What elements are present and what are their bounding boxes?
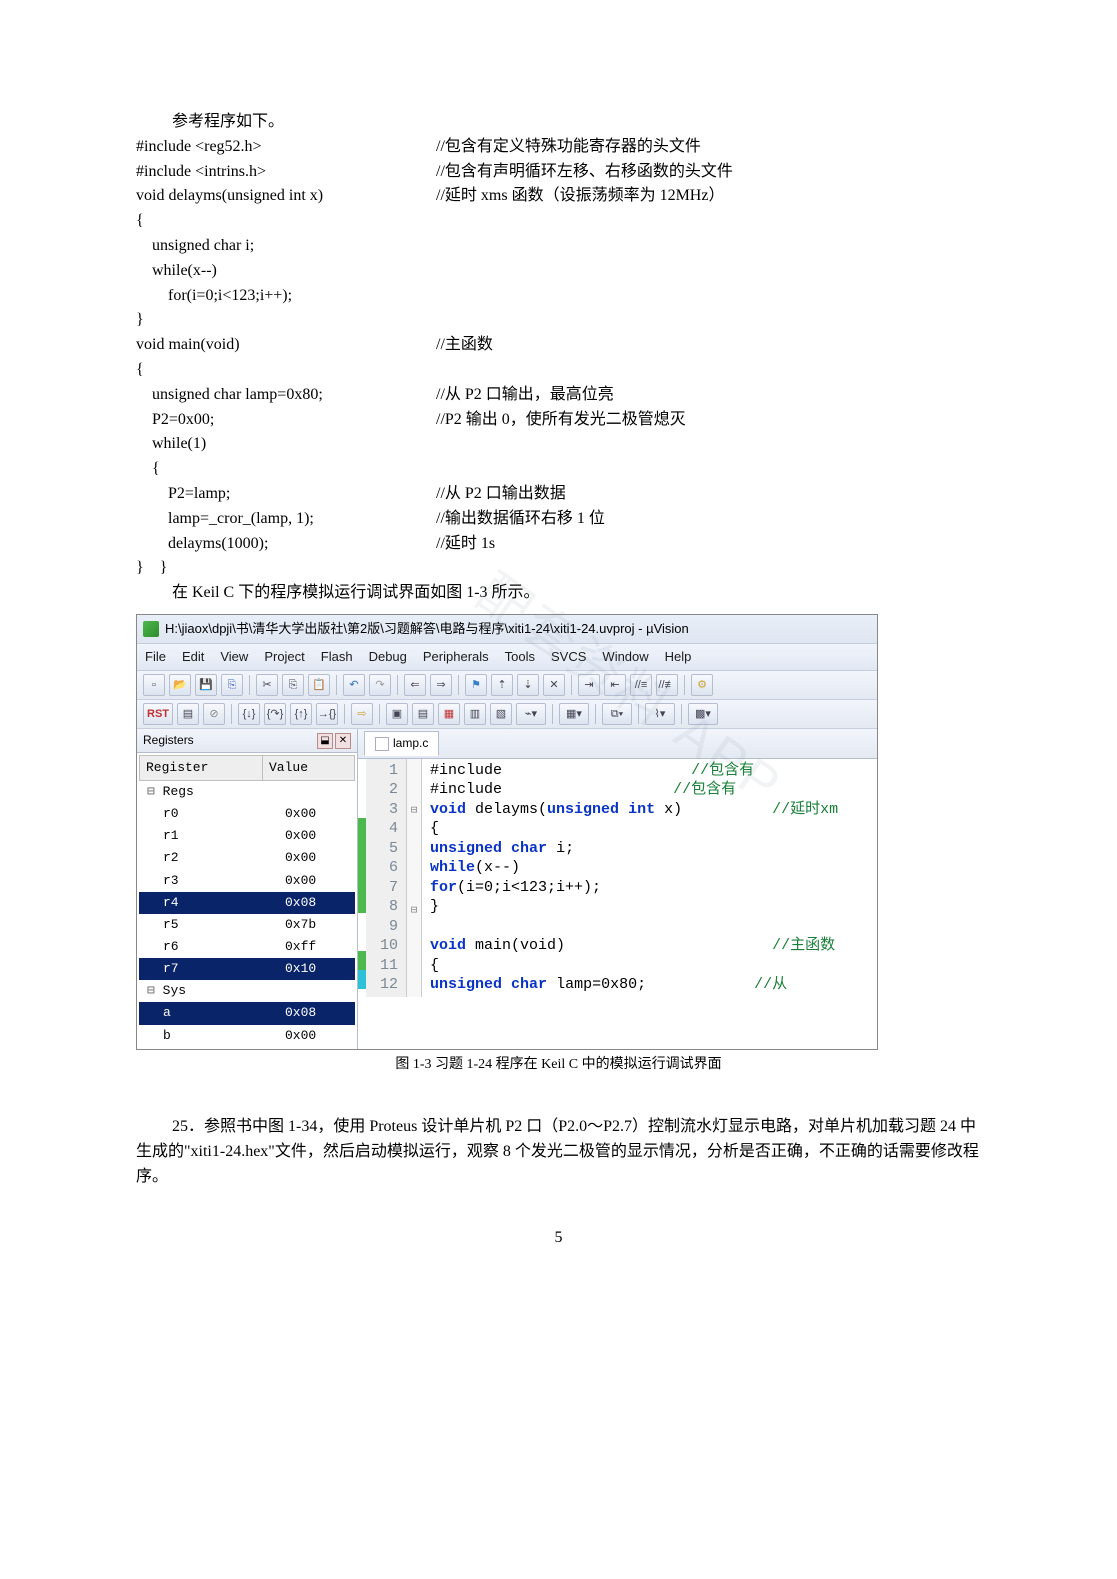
line-gutter: 123456789101112: [366, 759, 407, 997]
app-icon: [143, 621, 159, 637]
step-out-icon[interactable]: {↑}: [290, 703, 312, 725]
window-3-icon[interactable]: ▦: [438, 703, 460, 725]
registers-table: Register Value Regsr00x00r10x00r20x00r30…: [137, 753, 357, 1049]
file-tab[interactable]: lamp.c: [364, 731, 439, 756]
window-titlebar: H:\jiaox\dpji\书\清华大学出版社\第2版\习题解答\电路与程序\x…: [137, 615, 877, 644]
menu-help[interactable]: Help: [665, 649, 692, 664]
step-into-icon[interactable]: {↓}: [238, 703, 260, 725]
close-icon[interactable]: ✕: [335, 733, 351, 749]
file-tab-label: lamp.c: [393, 734, 428, 753]
nav-fwd-icon[interactable]: ⇒: [430, 674, 452, 696]
window-5-icon[interactable]: ▧: [490, 703, 512, 725]
window-title: H:\jiaox\dpji\书\清华大学出版社\第2版\习题解答\电路与程序\x…: [165, 619, 689, 639]
serial-icon[interactable]: ⧉▾: [602, 703, 632, 725]
copy-icon[interactable]: ⎘: [282, 674, 304, 696]
after-text: 在 Keil C 下的程序模拟运行调试界面如图 1-3 所示。: [136, 581, 981, 606]
indent-icon[interactable]: ⇥: [578, 674, 600, 696]
source-code-block: #include <reg52.h>//包含有定义特殊功能寄存器的头文件#inc…: [136, 135, 981, 557]
comment-icon[interactable]: //≡: [630, 674, 652, 696]
window-2-icon[interactable]: ▤: [412, 703, 434, 725]
bookmark-prev-icon[interactable]: ⇡: [491, 674, 513, 696]
run-icon[interactable]: ▤: [177, 703, 199, 725]
registers-panel: Registers ⬓ ✕ Register Value Regsr00x00r…: [137, 729, 358, 1048]
question-25: 25．参照书中图 1-34，使用 Proteus 设计单片机 P2 口（P2.0…: [136, 1115, 981, 1189]
toolbar-2: RST ▤ ⊘ {↓} {↷} {↑} →{} ⇨ ▣ ▤ ▦ ▥ ▧ ⌁▾ ▦…: [137, 700, 877, 729]
window-4-icon[interactable]: ▥: [464, 703, 486, 725]
memory-icon[interactable]: ▦▾: [559, 703, 589, 725]
show-next-icon[interactable]: ⇨: [351, 703, 373, 725]
keil-screenshot: H:\jiaox\dpji\书\清华大学出版社\第2版\习题解答\电路与程序\x…: [136, 614, 878, 1050]
stop-icon[interactable]: ⊘: [203, 703, 225, 725]
page-number: 5: [136, 1226, 981, 1251]
code-lines: #include //包含有#include //包含有void delayms…: [422, 759, 877, 997]
toolbox-icon[interactable]: ▩▾: [688, 703, 718, 725]
menu-file[interactable]: File: [145, 649, 166, 664]
intro-text: 参考程序如下。: [136, 110, 981, 135]
c-file-icon: [375, 737, 389, 751]
menu-flash[interactable]: Flash: [321, 649, 353, 664]
trace-icon[interactable]: ⌇▾: [645, 703, 675, 725]
outdent-icon[interactable]: ⇤: [604, 674, 626, 696]
pin-icon[interactable]: ⬓: [317, 733, 333, 749]
menu-project[interactable]: Project: [264, 649, 304, 664]
undo-icon[interactable]: ↶: [343, 674, 365, 696]
window-1-icon[interactable]: ▣: [386, 703, 408, 725]
save-icon[interactable]: 💾: [195, 674, 217, 696]
redo-icon[interactable]: ↷: [369, 674, 391, 696]
paste-icon[interactable]: 📋: [308, 674, 330, 696]
closing-brace: } }: [136, 556, 981, 581]
menu-edit[interactable]: Edit: [182, 649, 204, 664]
toolbar-1: ▫ 📂 💾 ⎘ ✂ ⎘ 📋 ↶ ↷ ⇐ ⇒ ⚑ ⇡ ⇣ ✕ ⇥ ⇤ //≡ //…: [137, 671, 877, 700]
reset-icon[interactable]: RST: [143, 703, 173, 725]
figure-caption: 图 1-3 习题 1-24 程序在 Keil C 中的模拟运行调试界面: [136, 1054, 981, 1076]
run-to-icon[interactable]: →{}: [316, 703, 338, 725]
bookmark-next-icon[interactable]: ⇣: [517, 674, 539, 696]
registers-title: Registers: [143, 731, 194, 750]
bookmark-icon[interactable]: ⚑: [465, 674, 487, 696]
new-icon[interactable]: ▫: [143, 674, 165, 696]
cut-icon[interactable]: ✂: [256, 674, 278, 696]
open-icon[interactable]: 📂: [169, 674, 191, 696]
file-tabs: lamp.c: [358, 729, 877, 759]
code-editor: 123456789101112 ⊟ ⊟ #include //包含有#inclu…: [358, 759, 877, 997]
uncomment-icon[interactable]: //≢: [656, 674, 678, 696]
step-over-icon[interactable]: {↷}: [264, 703, 286, 725]
bookmark-clear-icon[interactable]: ✕: [543, 674, 565, 696]
config-icon[interactable]: ⚙: [691, 674, 713, 696]
analyzer-icon[interactable]: ⌁▾: [516, 703, 546, 725]
menu-peripherals[interactable]: Peripherals: [423, 649, 489, 664]
nav-back-icon[interactable]: ⇐: [404, 674, 426, 696]
menubar: File Edit View Project Flash Debug Peripherals…: [137, 644, 877, 671]
menu-view[interactable]: View: [220, 649, 248, 664]
menu-debug[interactable]: Debug: [369, 649, 407, 664]
save-all-icon[interactable]: ⎘: [221, 674, 243, 696]
menu-tools[interactable]: Tools: [505, 649, 535, 664]
menu-svcs[interactable]: SVCS: [551, 649, 586, 664]
menu-window[interactable]: Window: [602, 649, 648, 664]
reg-header-name: Register: [140, 756, 263, 780]
editor-panel: lamp.c 123456789101112 ⊟ ⊟ #include //包含…: [358, 729, 877, 1048]
reg-header-value: Value: [263, 756, 354, 780]
